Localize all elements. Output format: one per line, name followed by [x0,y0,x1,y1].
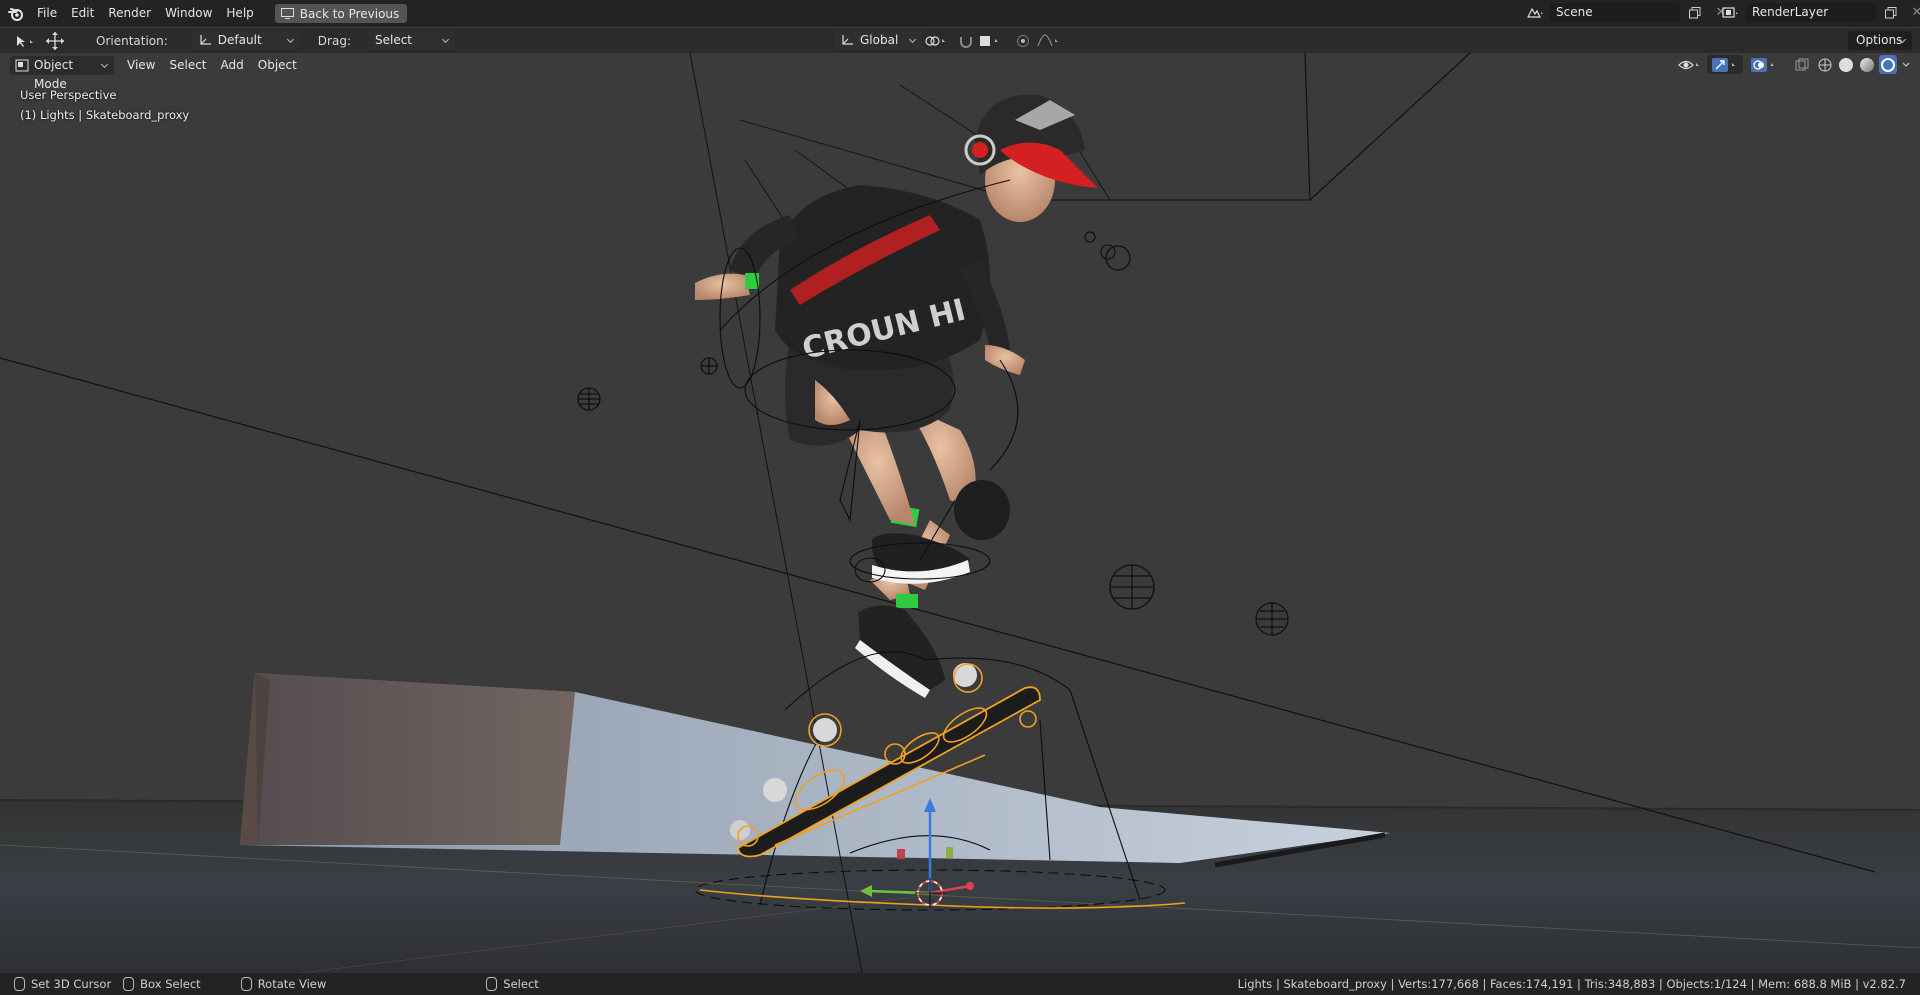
object-mode-icon [15,59,29,71]
status-bar: Set 3D Cursor Box Select Rotate View Sel… [0,973,1920,995]
menu-select[interactable]: Select [162,52,213,79]
proportional-editing-icon[interactable] [1012,31,1034,50]
menu-file[interactable]: File [30,0,64,27]
menu-view[interactable]: View [120,52,162,79]
left-mouse-icon [14,977,25,991]
blender-logo-icon[interactable] [6,0,26,27]
viewport-scene: CROUN HI [0,53,1920,973]
drag-mouse-icon [123,977,135,991]
menu-add[interactable]: Add [214,52,251,79]
rotate-view-label: Rotate View [257,977,327,991]
status-box-select: Box Select [123,977,201,991]
active-object-label: (1) Lights | Skateboard_proxy [20,108,190,122]
pivot-point-icon[interactable] [922,31,950,50]
orientation-label: Orientation: [96,33,168,48]
snap-target-icon[interactable] [976,31,1004,50]
menu-help[interactable]: Help [219,0,260,27]
drag-dropdown[interactable]: Select Box [366,31,455,66]
orientation-gizmo-icon [200,35,211,45]
select-tool-icon[interactable] [10,31,40,50]
middle-mouse-icon [240,977,252,991]
options-dropdown[interactable]: Options [1848,31,1912,50]
menu-window[interactable]: Window [158,0,219,27]
orientation-value: Default [217,33,262,47]
screen-icon [280,8,294,19]
material-shading-icon[interactable] [1858,55,1876,74]
overlays-toggle-icon[interactable] [1746,55,1782,74]
3d-viewport[interactable]: CROUN HI User Perspective (1) Lights | S… [0,53,1920,973]
viewport-header: Object Mode View Select Add Object [0,52,1920,91]
scene-selector: Scene ✕ [1524,3,1732,22]
gizmo-toggle-icon[interactable] [1707,55,1743,74]
drag-label: Drag: [317,33,351,48]
transform-orientation-icon [842,35,853,45]
render-layer-selector: RenderLayer ✕ [1720,3,1920,22]
scene-name-field[interactable]: Scene [1550,3,1680,22]
scene-statistics: Lights | Skateboard_proxy | Verts:177,66… [1237,977,1906,991]
ramp-side [255,673,575,845]
shading-options-chevron-icon[interactable] [1900,55,1912,74]
viewport-shading-controls [1676,55,1912,74]
render-layer-name-field[interactable]: RenderLayer [1746,3,1876,22]
wireframe-shading-icon[interactable] [1816,55,1834,74]
transform-orientation-value: Global [860,33,899,47]
back-button-label: Back to Previous [299,6,400,21]
status-set-cursor: Set 3D Cursor [14,977,111,991]
tool-settings-bar: Orientation: Default Drag: Select Box Gl… [0,28,1920,66]
move-tool-icon[interactable] [40,31,70,50]
xray-toggle-icon[interactable] [1791,55,1813,74]
visibility-eye-icon[interactable] [1676,55,1704,74]
menu-render[interactable]: Render [101,0,158,27]
options-label: Options [1856,33,1903,47]
rendered-shading-icon[interactable] [1879,55,1897,74]
set-cursor-label: Set 3D Cursor [31,977,112,991]
orientation-dropdown[interactable]: Default [191,31,300,50]
object-mode-dropdown[interactable]: Object Mode [10,55,114,91]
status-rotate-view: Rotate View [240,977,327,991]
snap-toggle-icon[interactable] [955,31,977,50]
menu-object[interactable]: Object [251,52,304,79]
falloff-icon[interactable] [1034,31,1064,50]
box-select-label: Box Select [140,977,201,991]
select-label: Select [503,977,539,991]
right-mouse-icon [486,977,498,991]
scene-icon[interactable] [1524,3,1546,22]
render-layer-icon[interactable] [1720,3,1742,22]
new-render-layer-icon[interactable] [1880,3,1902,22]
top-menu-bar: File Edit Render Window Help Back to Pre… [0,0,1920,27]
delete-render-layer-icon[interactable]: ✕ [1906,3,1920,22]
solid-shading-icon[interactable] [1837,55,1855,74]
back-to-previous-button[interactable]: Back to Previous [274,4,408,23]
menu-edit[interactable]: Edit [64,0,101,27]
status-select: Select [486,977,539,991]
transform-orientation-dropdown[interactable]: Global [834,31,922,50]
new-scene-icon[interactable] [1684,3,1706,22]
